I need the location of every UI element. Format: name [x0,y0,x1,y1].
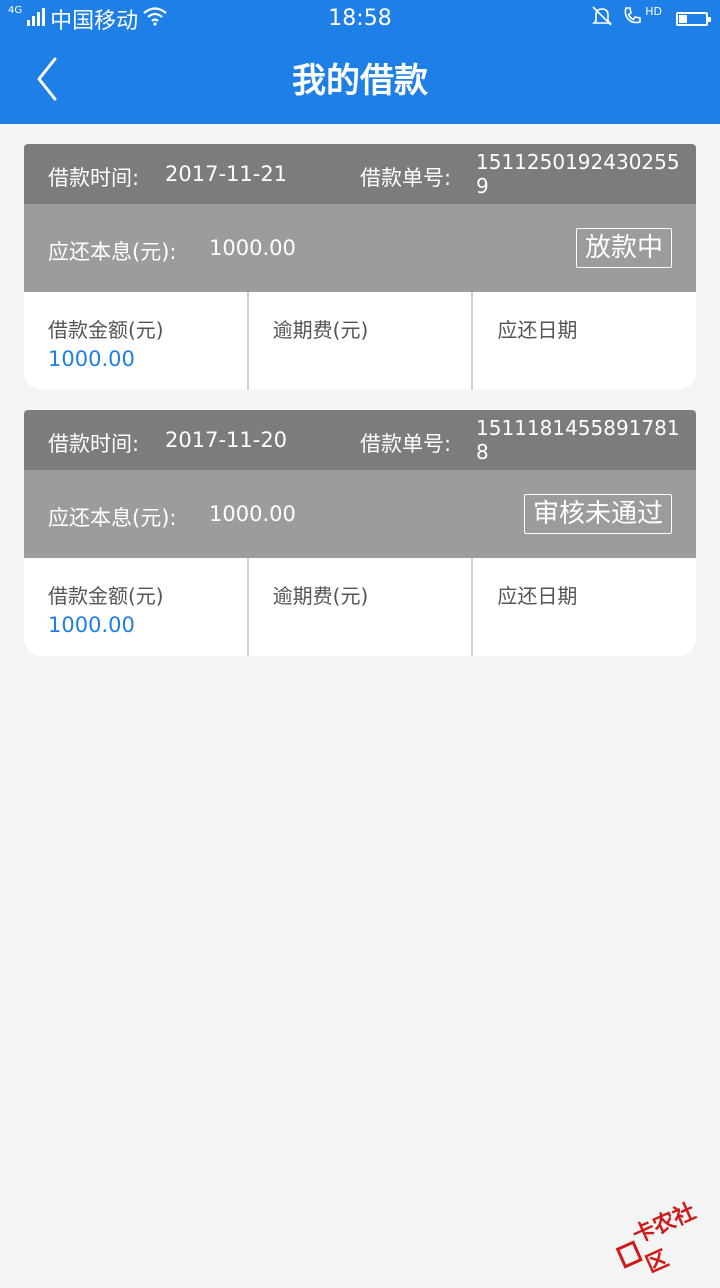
loan-card-summary: 应还本息(元): 1000.00 放款中 [24,204,696,292]
loan-card-details: 借款金额(元) 1000.00 逾期费(元) 应还日期 [24,292,696,390]
hd-label: HD [645,5,662,18]
loan-card-header: 借款时间: 2017-11-20 借款单号: 15111814558917818 [24,410,696,470]
loan-card-header: 借款时间: 2017-11-21 借款单号: 15112501924302559 [24,144,696,204]
loan-amount-cell: 借款金额(元) 1000.00 [24,558,247,656]
loan-time-value: 2017-11-21 [165,162,287,186]
overdue-fee-cell: 逾期费(元) [247,292,472,390]
loan-amount-label: 借款金额(元) [48,318,164,342]
status-badge: 放款中 [576,228,672,268]
loan-number-label: 借款单号: [360,428,451,458]
loan-number-value: 15111814558917818 [476,416,680,464]
loan-amount-label: 借款金额(元) [48,584,164,608]
loan-card[interactable]: 借款时间: 2017-11-20 借款单号: 15111814558917818… [24,410,696,656]
loan-card-details: 借款金额(元) 1000.00 逾期费(元) 应还日期 [24,558,696,656]
loan-time-label: 借款时间: [48,428,139,458]
repay-amount-label: 应还本息(元): [48,502,176,532]
loan-amount-value: 1000.00 [48,347,247,371]
loan-number-value: 15112501924302559 [476,150,680,198]
overdue-fee-label: 逾期费(元) [273,584,369,608]
loan-time-value: 2017-11-20 [165,428,287,452]
status-right: HD [591,4,708,34]
loan-card-summary: 应还本息(元): 1000.00 审核未通过 [24,470,696,558]
due-date-cell: 应还日期 [471,292,696,390]
loan-card[interactable]: 借款时间: 2017-11-21 借款单号: 15112501924302559… [24,144,696,390]
due-date-label: 应还日期 [497,584,577,608]
status-badge: 审核未通过 [524,494,672,534]
watermark-text: 卡农社区 [627,1190,720,1279]
due-date-label: 应还日期 [497,318,577,342]
overdue-fee-label: 逾期费(元) [273,318,369,342]
repay-amount-value: 1000.00 [209,502,296,526]
mute-bell-icon [591,5,613,33]
loan-amount-value: 1000.00 [48,613,247,637]
due-date-cell: 应还日期 [471,558,696,656]
loan-amount-cell: 借款金额(元) 1000.00 [24,292,247,390]
overdue-fee-cell: 逾期费(元) [247,558,472,656]
repay-amount-value: 1000.00 [209,236,296,260]
loan-time-label: 借款时间: [48,162,139,192]
status-bar: 4G 中国移动 18:58 [0,0,720,38]
page-title: 我的借款 [0,38,720,124]
volte-phone-icon [621,5,643,33]
repay-amount-label: 应还本息(元): [48,236,176,266]
battery-level [679,15,687,23]
watermark: 卡农社区 [611,1198,717,1279]
battery-icon [676,12,708,26]
loan-number-label: 借款单号: [360,162,451,192]
nav-bar: 我的借款 [0,38,720,124]
loan-list: 借款时间: 2017-11-21 借款单号: 15112501924302559… [24,144,696,676]
